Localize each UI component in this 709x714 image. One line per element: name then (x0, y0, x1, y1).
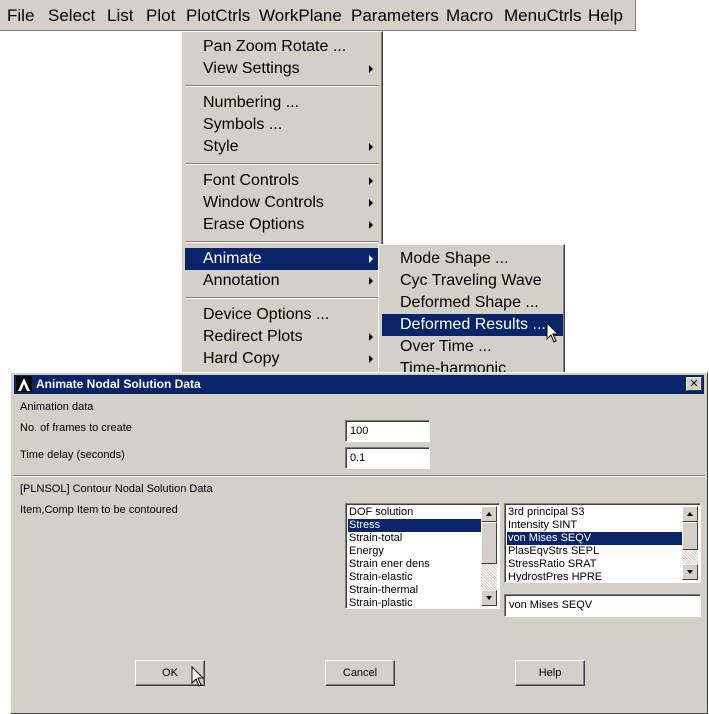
chevron-down-icon (687, 570, 693, 574)
menu-help[interactable]: Help (588, 6, 623, 26)
menu-separator (185, 297, 379, 299)
list-item[interactable]: PlasEqvStrs SEPL (507, 545, 684, 558)
menu-item-annotation[interactable]: Annotation (185, 270, 379, 292)
menu-item-over-time[interactable]: Over Time ... (382, 336, 563, 358)
menu-item-symbols[interactable]: Symbols ... (185, 114, 379, 136)
list-item[interactable]: Energy (348, 545, 483, 558)
chevron-up-icon (687, 512, 693, 516)
scroll-up-button[interactable] (682, 506, 698, 522)
menu-item-erase-options[interactable]: Erase Options (185, 214, 379, 236)
dialog-titlebar: Animate Nodal Solution Data ✕ (14, 375, 704, 394)
frames-label: No. of frames to create (20, 422, 132, 434)
list-item[interactable]: von Mises SEQV (507, 532, 684, 545)
menu-item-window-controls[interactable]: Window Controls (185, 192, 379, 214)
list-item[interactable]: Strain ener dens (348, 558, 483, 571)
list-item[interactable]: DOF solution (348, 506, 483, 519)
menu-workplane[interactable]: WorkPlane (259, 6, 342, 26)
plnsol-label: [PLNSOL] Contour Nodal Solution Data (20, 483, 213, 495)
menu-separator (185, 163, 379, 165)
submenu-arrow-icon (369, 255, 373, 263)
animate-submenu: Mode Shape ... Cyc Traveling Wave Deform… (378, 244, 565, 376)
item-listbox[interactable]: DOF solution Stress Strain-total Energy … (345, 503, 500, 609)
menu-parameters[interactable]: Parameters (351, 6, 439, 26)
list-item[interactable]: HydrostPres HPRE (507, 571, 684, 582)
list-item[interactable]: Strain-thermal (348, 584, 483, 597)
menu-item-deformed-shape[interactable]: Deformed Shape ... (382, 292, 563, 314)
menu-list[interactable]: List (107, 6, 133, 26)
submenu-arrow-icon (369, 65, 373, 73)
section-divider (13, 475, 705, 477)
menu-item-hard-copy[interactable]: Hard Copy (185, 348, 379, 370)
submenu-arrow-icon (369, 221, 373, 229)
comp-list-scrollbar[interactable] (682, 506, 698, 580)
menu-macro[interactable]: Macro (446, 6, 493, 26)
close-icon: ✕ (689, 378, 699, 390)
item-comp-label: Item,Comp Item to be contoured (20, 504, 178, 516)
ansys-logo-icon (16, 376, 32, 392)
menu-menuctrls[interactable]: MenuCtrls (504, 6, 581, 26)
time-delay-input[interactable]: 0.1 (345, 447, 430, 469)
dialog-title: Animate Nodal Solution Data (36, 377, 201, 391)
menu-item-style[interactable]: Style (185, 136, 379, 158)
comp-selection-field[interactable]: von Mises SEQV (504, 594, 701, 617)
time-delay-label: Time delay (seconds) (20, 449, 125, 461)
menu-file[interactable]: File (7, 6, 34, 26)
menu-item-animate[interactable]: Animate (185, 248, 379, 270)
close-button[interactable]: ✕ (686, 377, 702, 391)
chevron-up-icon (486, 512, 492, 516)
submenu-arrow-icon (369, 355, 373, 363)
list-item[interactable]: Strain-total (348, 532, 483, 545)
menu-item-font-controls[interactable]: Font Controls (185, 170, 379, 192)
submenu-arrow-icon (369, 143, 373, 151)
plotctrls-dropdown: Pan Zoom Rotate ... View Settings Number… (181, 31, 383, 376)
main-menubar: File Select List Plot PlotCtrls WorkPlan… (0, 0, 636, 31)
frames-input[interactable]: 100 (345, 420, 430, 442)
list-item[interactable]: StressRatio SRAT (507, 558, 684, 571)
comp-listbox[interactable]: 3rd principal S3 Intensity SINT von Mise… (504, 503, 701, 583)
submenu-arrow-icon (369, 277, 373, 285)
submenu-arrow-icon (369, 177, 373, 185)
menu-plotctrls[interactable]: PlotCtrls (186, 6, 250, 26)
menu-separator (185, 85, 379, 87)
menu-item-pan-zoom-rotate[interactable]: Pan Zoom Rotate ... (185, 36, 379, 58)
scrollbar-thumb[interactable] (481, 522, 497, 564)
animate-nodal-solution-dialog: Animate Nodal Solution Data ✕ Animation … (10, 372, 708, 714)
mouse-pointer-icon (191, 666, 205, 687)
list-item[interactable]: Strain-elastic (348, 571, 483, 584)
menu-item-redirect-plots[interactable]: Redirect Plots (185, 326, 379, 348)
menu-item-deformed-results[interactable]: Deformed Results ... (382, 314, 563, 336)
menu-item-view-settings[interactable]: View Settings (185, 58, 379, 80)
item-list-scrollbar[interactable] (481, 506, 497, 606)
help-button[interactable]: Help (515, 660, 585, 686)
scroll-down-button[interactable] (481, 590, 497, 606)
menu-plot[interactable]: Plot (146, 6, 175, 26)
menu-item-cyc-traveling-wave[interactable]: Cyc Traveling Wave (382, 270, 563, 292)
submenu-arrow-icon (369, 199, 373, 207)
submenu-arrow-icon (369, 333, 373, 341)
menu-select[interactable]: Select (48, 6, 95, 26)
list-item[interactable]: Stress (348, 519, 483, 532)
list-item[interactable]: Intensity SINT (507, 519, 684, 532)
mouse-pointer-icon (546, 322, 560, 343)
menu-item-mode-shape[interactable]: Mode Shape ... (382, 248, 563, 270)
scrollbar-thumb[interactable] (682, 522, 698, 550)
scroll-down-button[interactable] (682, 564, 698, 580)
list-item[interactable]: 3rd principal S3 (507, 506, 684, 519)
chevron-down-icon (486, 596, 492, 600)
cancel-button[interactable]: Cancel (325, 660, 395, 686)
list-item[interactable]: Strain-plastic (348, 597, 483, 608)
scroll-up-button[interactable] (481, 506, 497, 522)
menu-item-numbering[interactable]: Numbering ... (185, 92, 379, 114)
animation-data-label: Animation data (20, 401, 94, 413)
menu-item-device-options[interactable]: Device Options ... (185, 304, 379, 326)
menu-separator (185, 241, 379, 243)
